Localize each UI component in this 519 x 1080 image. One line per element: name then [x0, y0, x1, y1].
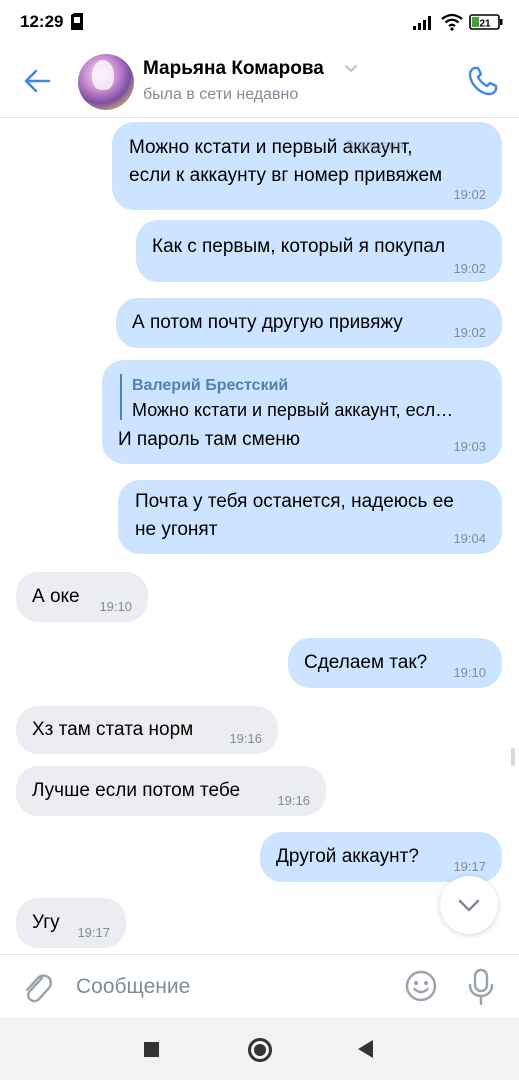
message-bubble[interactable]: Почта у тебя останется, надеюсь ее не уг…: [118, 480, 502, 554]
message-text: И пароль там сменю: [118, 429, 301, 450]
message-list[interactable]: Можно кстати и первый аккаунт, если к ак…: [0, 118, 519, 954]
message-text: если к аккаунту вг номер привяжем: [129, 165, 443, 186]
message-bubble[interactable]: Лучше если потом тебе 19:16: [16, 766, 326, 816]
message-text: А потом почту другую привяжу: [132, 312, 403, 333]
message-text: Лучше если потом тебе: [32, 780, 241, 801]
status-time: 12:29: [20, 12, 64, 31]
message-text: Другой аккаунт?: [276, 846, 419, 867]
message-text: Угу: [32, 912, 60, 933]
phone-icon[interactable]: [466, 64, 500, 98]
message-time: 19:17: [453, 859, 486, 874]
message-text: не угонят: [135, 519, 218, 540]
message-time: 19:02: [453, 261, 486, 276]
message-bubble[interactable]: А потом почту другую привяжу 19:02: [116, 298, 502, 348]
contact-status: была в сети недавно: [143, 86, 299, 103]
message-time: 19:16: [277, 793, 310, 808]
message-text: Как с первым, который я покупал: [152, 236, 446, 257]
scrollbar[interactable]: [511, 748, 515, 766]
message-bubble[interactable]: Как с первым, который я покупал 19:02: [136, 220, 502, 282]
arrow-left-icon[interactable]: [22, 66, 52, 96]
message-time: 19:02: [453, 187, 486, 202]
message-bubble[interactable]: Валерий Брестский Можно кстати и первый …: [102, 360, 502, 464]
chevron-down-icon[interactable]: [344, 64, 358, 74]
reply-text: Можно кстати и первый аккаунт, есл…: [132, 400, 454, 420]
message-time: 19:17: [77, 925, 110, 940]
message-time: 19:04: [453, 531, 486, 546]
microphone-icon[interactable]: [466, 967, 496, 1007]
home-icon[interactable]: [248, 1038, 272, 1062]
message-time: 19:10: [453, 665, 486, 680]
nav-back-icon[interactable]: [358, 1040, 373, 1058]
message-text: Хз там стата норм: [32, 719, 194, 740]
message-bubble[interactable]: Можно кстати и первый аккаунт, если к ак…: [112, 122, 502, 210]
message-time: 19:02: [453, 325, 486, 340]
contact-name[interactable]: Марьяна Комарова: [143, 58, 324, 80]
message-time: 19:16: [229, 731, 262, 746]
message-bubble[interactable]: Сделаем так? 19:10: [288, 638, 502, 688]
recents-icon[interactable]: [144, 1042, 159, 1057]
message-text: Почта у тебя останется, надеюсь ее: [135, 491, 454, 512]
date-label: 8 апреля: [346, 137, 404, 153]
message-text: А оке: [32, 586, 80, 607]
message-input[interactable]: [76, 971, 376, 1003]
message-time: 19:10: [99, 599, 132, 614]
chevron-down-icon: [458, 899, 480, 912]
avatar[interactable]: [78, 54, 134, 110]
status-bar: 12:29 21: [0, 0, 519, 46]
smile-icon[interactable]: [404, 969, 438, 1003]
scroll-down-button[interactable]: [440, 876, 498, 934]
battery-level: 21: [479, 19, 491, 30]
message-text: Сделаем так?: [304, 652, 428, 673]
chat-header: Марьяна Комарова была в сети недавно: [0, 46, 519, 118]
wifi-icon: [441, 13, 463, 31]
paperclip-icon[interactable]: [20, 969, 54, 1005]
message-bubble[interactable]: Угу 19:17: [16, 898, 126, 948]
reply-bar: [120, 374, 122, 420]
message-bubble[interactable]: Хз там стата норм 19:16: [16, 706, 278, 754]
battery-icon: 21: [469, 14, 503, 30]
system-nav-bar: [0, 1018, 519, 1080]
signal-icon: [413, 16, 431, 30]
message-bubble[interactable]: Другой аккаунт? 19:17: [260, 832, 502, 882]
sim-card-icon: [71, 13, 83, 30]
message-composer: [0, 954, 519, 1018]
message-bubble[interactable]: А оке 19:10: [16, 572, 148, 622]
message-time: 19:03: [453, 439, 486, 454]
